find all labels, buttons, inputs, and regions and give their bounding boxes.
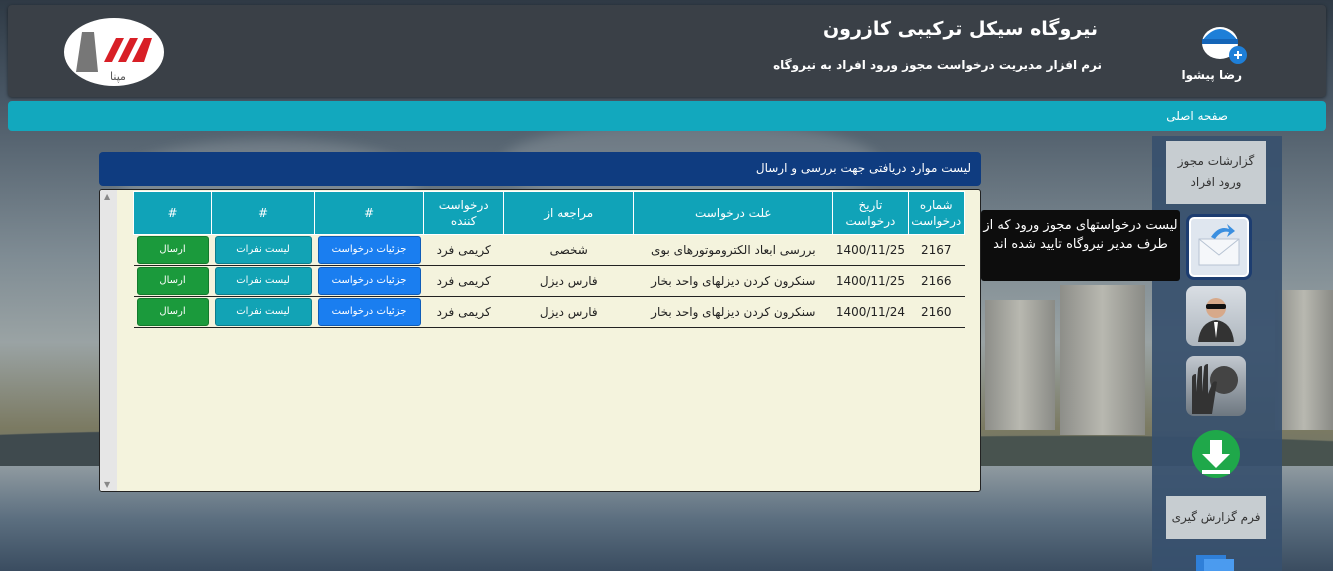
cell-people: لیست نفرات (211, 296, 315, 328)
cell-details: جزئیات درخواست (314, 265, 424, 297)
cell-people: لیست نفرات (211, 265, 315, 297)
col-action-send: # (132, 191, 213, 235)
cell-requester: کریمی فرد (423, 265, 504, 297)
send-button[interactable]: ارسال (136, 267, 209, 295)
envelope-icon[interactable] (1186, 214, 1252, 280)
report-form-button[interactable]: فرم گزارش گیری (1166, 496, 1266, 539)
mapna-logo: مپنا (64, 18, 164, 86)
cell-send: ارسال (133, 234, 212, 266)
col-referred-from: مراجعه از (503, 191, 635, 235)
page-title: نیروگاه سیکل ترکیبی کازرون (822, 18, 1098, 40)
cell-requester: کریمی فرد (423, 234, 504, 266)
top-nav: صفحه اصلی (8, 101, 1326, 131)
col-request-reason: علت درخواست (633, 191, 834, 235)
download-icon[interactable] (1186, 426, 1246, 486)
col-request-date: تاریخ درخواست (832, 191, 909, 235)
people-list-button[interactable]: لیست نفرات (214, 267, 312, 295)
panel-title: لیست موارد دریافتی جهت بررسی و ارسال (755, 161, 971, 175)
cell-id: 2167 (908, 234, 965, 266)
sidebar: گزارشات مجوز ورود افراد فرم گزارش گیری (1152, 136, 1282, 571)
user-helmet-icon[interactable] (1196, 19, 1248, 67)
nav-home-link[interactable]: صفحه اصلی (1166, 109, 1228, 123)
scroll-up-icon[interactable]: ▲ (104, 192, 110, 201)
agent-icon[interactable] (1186, 286, 1246, 346)
cell-date: 1400/11/25 (832, 234, 908, 266)
sidebar-tooltip: لیست درخواستهای مجوز ورود که از طرف مدیر… (981, 210, 1180, 281)
cell-reason: سنکرون کردن دیزلهای واحد بخار (633, 265, 833, 297)
table-row: 2167 1400/11/25 بررسی ابعاد الکتروموتوره… (133, 234, 965, 266)
cell-details: جزئیات درخواست (314, 234, 424, 266)
table-row: 2160 1400/11/24 سنکرون کردن دیزلهای واحد… (133, 296, 965, 328)
vertical-scrollbar[interactable]: ▲ ▼ (100, 190, 117, 491)
user-name: رضا پیشوا (1181, 68, 1242, 82)
cell-id: 2166 (908, 265, 965, 297)
cell-send: ارسال (133, 296, 212, 328)
people-list-button[interactable]: لیست نفرات (214, 298, 312, 326)
details-button[interactable]: جزئیات درخواست (317, 267, 421, 295)
cell-details: جزئیات درخواست (314, 296, 424, 328)
table-row: 2166 1400/11/25 سنکرون کردن دیزلهای واحد… (133, 265, 965, 297)
cell-from: فارس دیزل (503, 296, 634, 328)
col-action-people: # (211, 191, 316, 235)
documents-icon[interactable] (1186, 551, 1246, 571)
details-button[interactable]: جزئیات درخواست (317, 236, 421, 264)
page-subtitle: نرم افزار مدیریت درخواست مجوز ورود افراد… (773, 58, 1102, 72)
logo-text: مپنا (110, 70, 126, 83)
requests-table: شماره درخواست تاریخ درخواست علت درخواست … (132, 191, 965, 328)
col-requester: درخواست کننده (423, 191, 505, 235)
app-header: مپنا نیروگاه سیکل ترکیبی کازرون نرم افزا… (8, 5, 1326, 97)
cell-from: فارس دیزل (503, 265, 634, 297)
col-action-details: # (314, 191, 425, 235)
requests-panel: ▲ ▼ شماره درخواست تاریخ درخواست علت درخو… (99, 189, 981, 492)
cell-reason: سنکرون کردن دیزلهای واحد بخار (633, 296, 833, 328)
cell-requester: کریمی فرد (423, 296, 504, 328)
cell-id: 2160 (908, 296, 965, 328)
cell-from: شخصی (503, 234, 634, 266)
reports-button[interactable]: گزارشات مجوز ورود افراد (1166, 141, 1266, 204)
stop-hand-icon[interactable] (1186, 356, 1246, 416)
cell-reason: بررسی ابعاد الکتروموتورهای بوی (633, 234, 833, 266)
col-request-number: شماره درخواست (907, 191, 965, 235)
cell-date: 1400/11/25 (832, 265, 908, 297)
cell-people: لیست نفرات (211, 234, 315, 266)
table-header-row: شماره درخواست تاریخ درخواست علت درخواست … (132, 191, 965, 235)
details-button[interactable]: جزئیات درخواست (317, 298, 421, 326)
scroll-down-icon[interactable]: ▼ (104, 480, 110, 489)
cell-send: ارسال (133, 265, 212, 297)
cell-date: 1400/11/24 (832, 296, 908, 328)
panel-header: لیست موارد دریافتی جهت بررسی و ارسال (99, 152, 981, 186)
people-list-button[interactable]: لیست نفرات (214, 236, 312, 264)
send-button[interactable]: ارسال (136, 236, 209, 264)
send-button[interactable]: ارسال (136, 298, 209, 326)
